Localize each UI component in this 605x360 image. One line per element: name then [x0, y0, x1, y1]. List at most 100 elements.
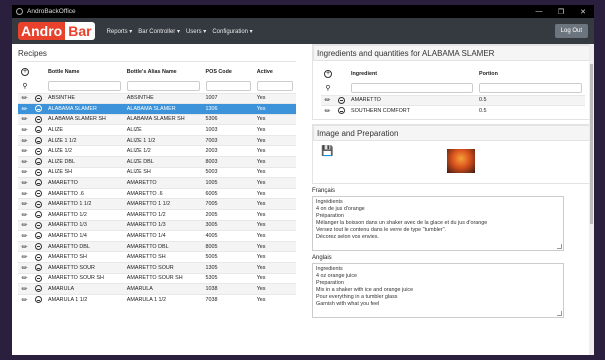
delete-icon[interactable]	[338, 96, 345, 104]
delete-icon[interactable]	[338, 107, 345, 115]
delete-icon[interactable]	[35, 253, 42, 261]
nav-bar-controller[interactable]: Bar Controller ▾	[138, 28, 180, 35]
edit-icon[interactable]: ✎	[323, 96, 333, 105]
recipe-row[interactable]: ✎ ABSINTHE ABSINTHE 1007 Yes	[18, 92, 296, 104]
edit-icon[interactable]: ✎	[20, 115, 30, 124]
edit-icon[interactable]: ✎	[20, 242, 30, 251]
recipe-row[interactable]: ✎ ALIZE SH ALIZE SH 5003 Yes	[18, 166, 296, 178]
delete-icon[interactable]	[35, 285, 42, 293]
edit-icon[interactable]: ✎	[20, 94, 30, 103]
recipe-row[interactable]: ✎ AMARETTO SH AMARETTO SH 5005 Yes	[18, 251, 296, 263]
edit-icon[interactable]: ✎	[20, 105, 30, 114]
edit-icon[interactable]: ✎	[20, 274, 30, 283]
delete-icon[interactable]	[35, 126, 42, 134]
resize-handle-icon[interactable]	[557, 244, 562, 250]
edit-icon[interactable]: ✎	[20, 168, 30, 177]
delete-icon[interactable]	[35, 137, 42, 144]
maximize-button[interactable]: ❐	[550, 8, 572, 16]
delete-icon[interactable]	[35, 168, 42, 176]
col-active[interactable]: Active	[254, 64, 296, 80]
delete-icon[interactable]	[35, 147, 42, 155]
edit-icon[interactable]: ✎	[20, 285, 30, 294]
nav-configuration[interactable]: Configuration ▾	[212, 28, 252, 35]
delete-icon[interactable]	[35, 264, 42, 272]
cocktail-image[interactable]	[447, 149, 475, 174]
recipe-row[interactable]: ✎ AMARETTO 1/4 AMARETTO 1/4 4005 Yes	[18, 230, 296, 242]
image-preparation-title: Image and Preparation	[313, 125, 593, 142]
recipe-cell: Yes	[253, 134, 296, 146]
col-bottle-name[interactable]: Bottle Name	[45, 64, 124, 80]
add-ingredient-icon[interactable]: +	[324, 70, 332, 78]
edit-icon[interactable]: ✎	[20, 179, 30, 188]
recipe-row[interactable]: ✎ AMARETTO 1 1/2 AMARETTO 1 1/2 7005 Yes	[18, 198, 296, 210]
edit-icon[interactable]: ✎	[20, 253, 30, 262]
delete-icon[interactable]	[35, 105, 42, 113]
minimize-button[interactable]: —	[528, 8, 550, 15]
french-preparation-textarea[interactable]: Ingrédients 4 on de jus d'orange Prépara…	[312, 196, 564, 252]
delete-icon[interactable]	[35, 242, 42, 250]
edit-icon[interactable]: ✎	[323, 107, 333, 116]
delete-icon[interactable]	[35, 211, 42, 219]
add-recipe-icon[interactable]: +	[21, 68, 29, 76]
filter-bottle-name[interactable]	[48, 80, 121, 91]
delete-icon[interactable]	[35, 115, 42, 123]
recipe-row[interactable]: ✎ AMARETTO AMARETTO 1005 Yes	[18, 177, 296, 189]
edit-icon[interactable]: ✎	[20, 210, 30, 220]
delete-icon[interactable]	[35, 232, 42, 240]
nav-users[interactable]: Users ▾	[186, 28, 206, 35]
delete-icon[interactable]	[35, 179, 42, 187]
edit-icon[interactable]: ✎	[20, 232, 30, 241]
filter-ingredient[interactable]	[351, 82, 473, 93]
col-portion[interactable]: Portion	[476, 66, 585, 82]
filter-active[interactable]	[256, 80, 293, 91]
delete-icon[interactable]	[35, 221, 42, 229]
recipe-row[interactable]: ✎ ALIZE 1 1/2 ALIZE 1 1/2 7003 Yes	[18, 134, 296, 146]
logout-button[interactable]: Log Out	[554, 24, 588, 38]
delete-icon[interactable]	[35, 200, 42, 208]
logo[interactable]: Andro Bar	[18, 22, 95, 40]
recipe-row[interactable]: ✎ ALABAMA SLAMER SH ALABAMA SLAMER SH 5306 Y…	[18, 113, 296, 125]
ingredient-row[interactable]: ✎ AMARETTO 0.5	[321, 94, 585, 106]
edit-icon[interactable]: ✎	[20, 158, 30, 167]
resize-handle-icon[interactable]	[557, 311, 562, 317]
edit-icon[interactable]: ✎	[20, 221, 30, 230]
edit-icon[interactable]: ✎	[20, 263, 30, 273]
recipe-row[interactable]: ✎ ALIZE ALIZE 1003 Yes	[18, 124, 296, 136]
recipe-row[interactable]: ✎ ALABAMA SLAMER ALABAMA SLAMER 1306 Yes	[18, 103, 296, 115]
ingredient-row[interactable]: ✎ SOUTHERN COMFORT 0.5	[321, 105, 585, 117]
close-button[interactable]: ✕	[572, 8, 594, 16]
recipe-row[interactable]: ✎ AMARETTO DBL AMARETTO DBL 8005 Yes	[18, 240, 296, 252]
recipe-row[interactable]: ✎ AMARETTO 1/3 AMARETTO 1/3 3005 Yes	[18, 219, 296, 231]
recipe-row[interactable]: ✎ ALIZE 1/2 ALIZE 1/2 2003 Yes	[18, 145, 296, 157]
filter-portion[interactable]	[479, 82, 582, 93]
recipe-row[interactable]: ✎ AMARULA 1 1/2 AMARULA 1 1/2 7038 Yes	[18, 293, 296, 305]
delete-icon[interactable]	[35, 94, 42, 102]
edit-icon[interactable]: ✎	[20, 136, 30, 145]
edit-icon[interactable]: ✎	[20, 295, 30, 305]
col-pos-code[interactable]: POS Code	[203, 64, 254, 80]
recipe-row[interactable]: ✎ AMARETTO SOUR AMARETTO SOUR 1305 Yes	[18, 262, 296, 274]
english-preparation-textarea[interactable]: Ingredients 4 oz orange juice Preparatio…	[312, 263, 564, 319]
delete-icon[interactable]	[35, 296, 42, 304]
filter-alias-name[interactable]	[126, 80, 200, 91]
recipe-row[interactable]: ✎ ALIZE DBL ALIZE DBL 8003 Yes	[18, 156, 296, 168]
nav-reports[interactable]: Reports ▾	[107, 28, 133, 35]
edit-icon[interactable]: ✎	[20, 189, 30, 198]
recipe-row[interactable]: ✎ AMARETTO 1/2 AMARETTO 1/2 2005 Yes	[18, 209, 296, 221]
recipe-row[interactable]: ✎ AMARETTO SOUR SH AMARETTO SOUR SH 5305 Yes	[18, 272, 296, 284]
col-alias-name[interactable]: Bottle's Alias Name	[124, 64, 203, 80]
delete-icon[interactable]	[35, 189, 42, 197]
filter-pos-code[interactable]	[205, 80, 251, 91]
edit-icon[interactable]: ✎	[20, 147, 30, 156]
details-scrollbar[interactable]	[589, 44, 594, 355]
edit-icon[interactable]: ✎	[20, 200, 30, 209]
edit-icon[interactable]: ✎	[20, 126, 30, 135]
delete-icon[interactable]	[35, 274, 42, 282]
recipe-cell: AMARETTO SOUR	[45, 262, 124, 274]
recipe-row[interactable]: ✎ AMARULA AMARULA 1038 Yes	[18, 283, 296, 295]
col-ingredient[interactable]: Ingredient	[348, 66, 476, 82]
save-icon[interactable]: 💾	[321, 146, 333, 157]
recipe-row[interactable]: ✎ AMARETTO .6 AMARETTO .6 6005 Yes	[18, 187, 296, 199]
delete-icon[interactable]	[35, 158, 42, 166]
recipe-cell: ALABAMA SLAMER	[123, 103, 203, 115]
